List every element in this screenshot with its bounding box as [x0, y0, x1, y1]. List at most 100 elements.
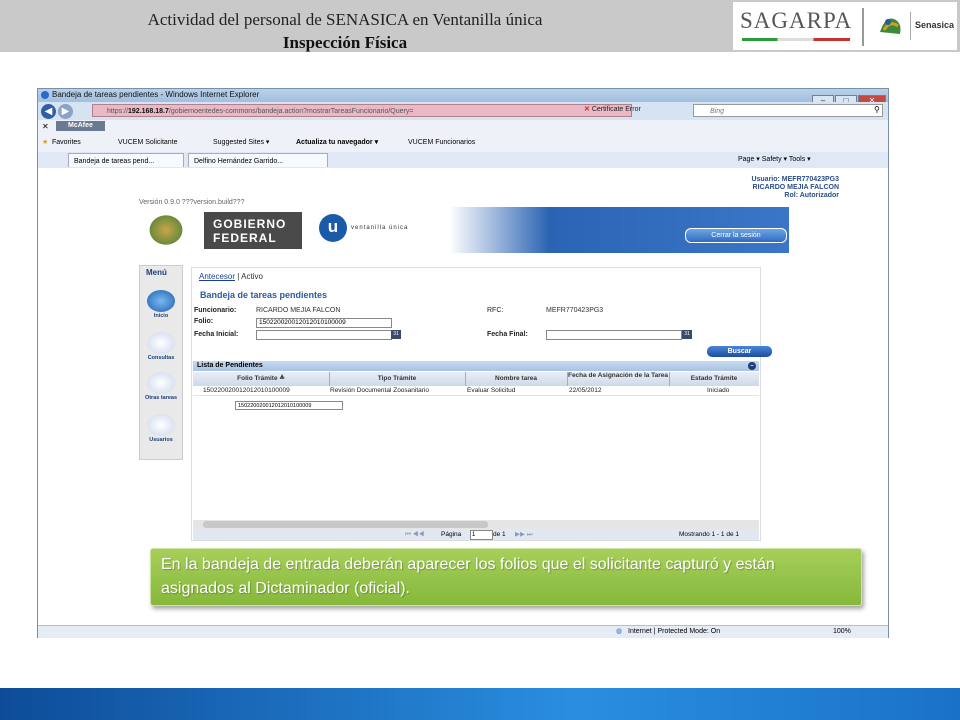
- version-label: Versión 0.9.0 ???version.build???: [139, 199, 245, 206]
- users-icon[interactable]: [147, 414, 175, 436]
- logout-button[interactable]: Cerrar la sesión: [685, 228, 787, 243]
- globe-icon: ◍: [616, 628, 623, 635]
- back-arrow-icon[interactable]: ◀: [41, 104, 56, 119]
- calendar-icon[interactable]: 31: [391, 330, 401, 339]
- gobierno-line2: FEDERAL: [213, 231, 277, 245]
- folio-input[interactable]: 150220020012012010100009: [256, 318, 392, 328]
- horizontal-scrollbar[interactable]: [193, 520, 759, 529]
- cell-fecha: 22/05/2012: [569, 387, 602, 394]
- task-panel: Antecesor | Activo Bandeja de tareas pen…: [191, 267, 772, 541]
- address-bar[interactable]: https://192.168.18.7/gobiernoentedes-com…: [92, 104, 632, 117]
- slide-title: Actividad del personal de SENASICA en Ve…: [147, 10, 543, 29]
- escudo-nacional-icon: [147, 213, 185, 247]
- cell-tipo: Revisión Documental Zoosanitario: [330, 387, 429, 394]
- command-bar[interactable]: Page ▾ Safety ▾ Tools ▾: [738, 152, 811, 168]
- column-estado[interactable]: Estado Trámite: [669, 372, 759, 386]
- senasica-logo-text: Senasica: [915, 20, 955, 30]
- fav-actualiza-navegador[interactable]: Actualiza tu navegador ▾: [296, 133, 378, 152]
- user-id: Usuario: MEFR770423PG3: [751, 176, 839, 183]
- window-titlebar: Bandeja de tareas pendientes - Windows I…: [38, 89, 888, 107]
- fecha-inicial-label: Fecha Inicial:: [194, 331, 239, 338]
- funcionario-value: RICARDO MEJIA FALCON: [256, 307, 341, 314]
- pager-first-icon[interactable]: ⏮ ◀◀: [405, 529, 424, 540]
- menu-item-inicio[interactable]: Inicio: [140, 313, 182, 319]
- address-path: /gobiernoentedes-commons/bandeja.action?…: [168, 108, 414, 115]
- zoom-level[interactable]: 100%: [833, 626, 851, 638]
- window-title: Bandeja de tareas pendientes - Windows I…: [52, 90, 260, 99]
- table-header: Folio Trámite ≜ Tipo Trámite Nombre tare…: [193, 372, 759, 386]
- column-tipo[interactable]: Tipo Trámite: [329, 372, 466, 386]
- fecha-final-label: Fecha Final:: [487, 331, 528, 338]
- slide-footer-bar: [0, 688, 960, 720]
- fav-vucem-funcionarios[interactable]: VUCEM Funcionarios: [408, 133, 475, 152]
- favorites-star-icon: ★: [42, 139, 49, 146]
- close-toolbar-icon[interactable]: ✕: [42, 120, 49, 133]
- ventanilla-unica-logo: ventanilla única: [351, 225, 409, 231]
- breadcrumb-link-antecesor[interactable]: Antecesor: [199, 272, 235, 281]
- calendar-icon[interactable]: 31: [682, 330, 692, 339]
- search-icon[interactable]: ⚲: [874, 105, 880, 114]
- senasica-logo-icon: [880, 18, 901, 34]
- cert-error-icon: ✕: [584, 106, 592, 113]
- senasica-divider: [910, 12, 911, 40]
- rfc-label: RFC:: [487, 307, 504, 314]
- slide-subtitle: Inspección Física: [282, 33, 408, 52]
- favorites-bar: ★ Favorites VUCEM Solicitante Suggested …: [38, 133, 888, 153]
- menu-item-consultas[interactable]: Consultas: [140, 355, 182, 361]
- user-info: Usuario: MEFR770423PG3 RICARDO MEJIA FAL…: [658, 176, 839, 200]
- table-row[interactable]: 150220020012012010100009 Revisión Docume…: [193, 386, 759, 396]
- breadcrumb: Antecesor | Activo: [199, 272, 263, 281]
- scrollbar-thumb[interactable]: [203, 521, 488, 528]
- user-name: RICARDO MEJIA FALCON: [752, 184, 839, 191]
- home-icon[interactable]: [147, 290, 175, 312]
- cell-nombre-tarea: Evaluar Solicitud: [467, 387, 516, 394]
- toolbox-icon[interactable]: [147, 372, 175, 394]
- gobierno-line1: GOBIERNO: [213, 217, 287, 231]
- sagarpa-logo: SAGARPA: [740, 8, 853, 33]
- favorites-button[interactable]: Favorites: [52, 133, 81, 152]
- breadcrumb-current: | Activo: [235, 272, 263, 281]
- collapse-icon[interactable]: –: [748, 362, 756, 370]
- user-role: Rol: Autorizador: [784, 192, 839, 199]
- menu-item-usuarios[interactable]: Usuarios: [140, 437, 182, 443]
- pager-label: Página: [441, 531, 462, 538]
- column-nombre-tarea[interactable]: Nombre tarea: [465, 372, 568, 386]
- certificate-error[interactable]: ✕ Certificate Error: [584, 105, 641, 113]
- instruction-callout: En la bandeja de entrada deberán aparece…: [150, 548, 862, 606]
- tab-bandeja[interactable]: Bandeja de tareas pend...: [68, 153, 184, 167]
- column-fecha-asignacion[interactable]: Fecha de Asignación de la Tarea: [567, 372, 670, 386]
- funcionario-label: Funcionario:: [194, 307, 237, 314]
- gobierno-federal-logo: GOBIERNO FEDERAL: [204, 212, 302, 249]
- pending-list-title: Lista de Pendientes: [197, 362, 263, 369]
- menu-item-otras-tareas[interactable]: Otras tareas: [140, 395, 182, 401]
- cell-estado: Iniciado: [707, 387, 730, 394]
- fecha-final-input[interactable]: [546, 330, 682, 340]
- fav-vucem-solicitante[interactable]: VUCEM Solicitante: [118, 133, 178, 152]
- mcafee-button[interactable]: McAfee: [56, 121, 105, 131]
- cert-error-label: Certificate Error: [591, 106, 641, 113]
- pager: ⏮ ◀◀ Página 1 de 1 ▶▶ ⏭ Mostrando 1 - 1 …: [193, 529, 759, 540]
- ie-icon: [41, 91, 49, 99]
- logo-divider: [862, 8, 864, 46]
- column-folio[interactable]: Folio Trámite ≜: [193, 372, 330, 386]
- pager-next-icon[interactable]: ▶▶ ⏭: [515, 529, 533, 540]
- search-box[interactable]: Bing: [693, 104, 883, 117]
- rfc-value: MEFR770423PG3: [546, 307, 604, 314]
- mcafee-toolbar: ✕ McAfee: [38, 120, 888, 133]
- search-button[interactable]: Buscar: [707, 346, 772, 357]
- fecha-inicial-input[interactable]: [256, 330, 392, 340]
- pager-summary: Mostrando 1 - 1 de 1: [679, 531, 739, 538]
- folio-tooltip: 150220020012012010100009: [235, 401, 343, 410]
- pager-total: de 1: [493, 531, 506, 538]
- address-scheme: https://: [107, 108, 129, 115]
- security-zone: Internet | Protected Mode: On: [628, 628, 721, 635]
- page-title: Bandeja de tareas pendientes: [200, 290, 328, 300]
- page-number-input[interactable]: 1: [470, 530, 493, 540]
- magnifier-icon[interactable]: [147, 332, 175, 354]
- forward-arrow-icon[interactable]: ▶: [58, 104, 73, 119]
- tab-delfino[interactable]: Delfino Hernández Garrido...: [188, 153, 328, 167]
- fav-suggested-sites[interactable]: Suggested Sites ▾: [213, 133, 269, 152]
- side-menu: Menú Inicio Consultas Otras tareas Usuar…: [139, 265, 183, 460]
- folio-label: Folio:: [194, 318, 214, 325]
- sagarpa-flag-stripe: [742, 38, 850, 41]
